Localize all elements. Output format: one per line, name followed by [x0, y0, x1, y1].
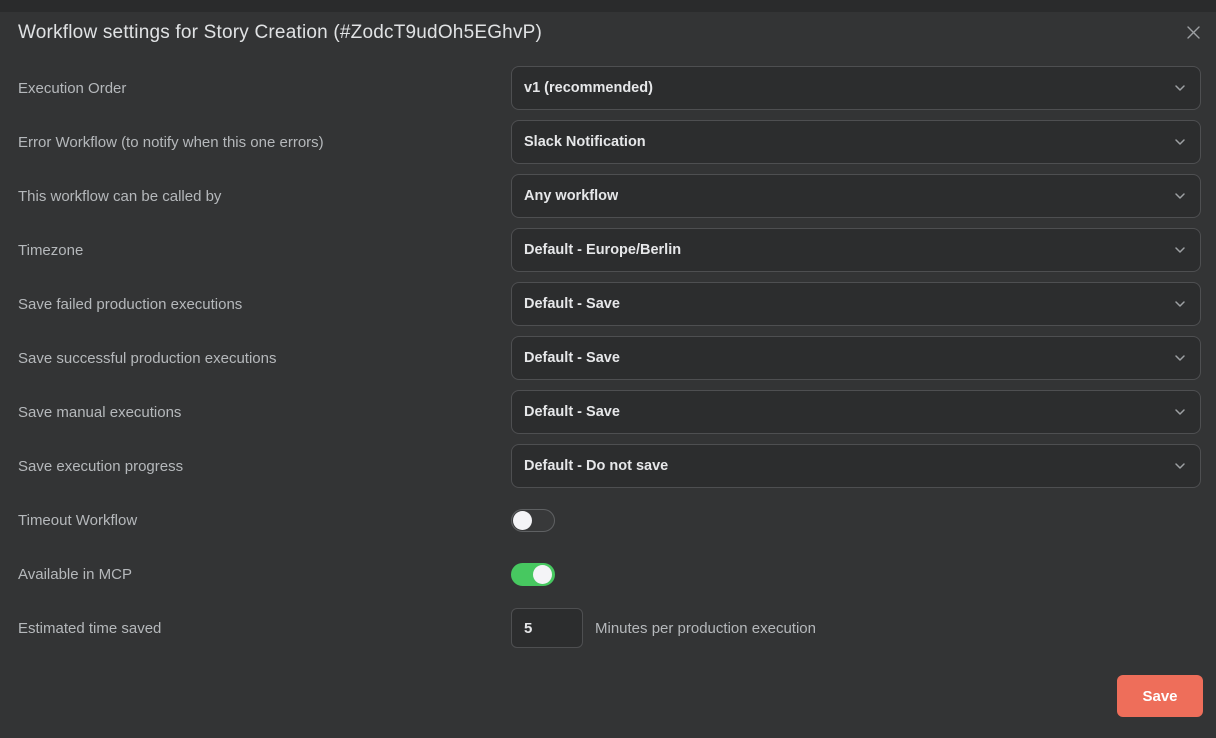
- chevron-down-icon: [1173, 189, 1187, 203]
- row-called-by: This workflow can be called by Any workf…: [18, 174, 1201, 218]
- row-error-workflow: Error Workflow (to notify when this one …: [18, 120, 1201, 164]
- minutes-suffix-label: Minutes per production execution: [595, 620, 816, 637]
- row-available-in-mcp: Available in MCP: [18, 552, 1201, 596]
- row-timeout-workflow: Timeout Workflow: [18, 498, 1201, 542]
- save-manual-executions-select[interactable]: Default - Save: [511, 390, 1201, 434]
- row-save-progress: Save execution progress Default - Do not…: [18, 444, 1201, 488]
- row-estimated-time-saved: Estimated time saved Minutes per product…: [18, 606, 1201, 650]
- save-failed-executions-select[interactable]: Default - Save: [511, 282, 1201, 326]
- select-value: Default - Europe/Berlin: [524, 242, 681, 258]
- chevron-down-icon: [1173, 459, 1187, 473]
- select-value: Any workflow: [524, 188, 618, 204]
- row-timezone: Timezone Default - Europe/Berlin: [18, 228, 1201, 272]
- select-value: Default - Save: [524, 296, 620, 312]
- chevron-down-icon: [1173, 351, 1187, 365]
- called-by-select[interactable]: Any workflow: [511, 174, 1201, 218]
- select-value: Default - Save: [524, 404, 620, 420]
- row-save-failed: Save failed production executions Defaul…: [18, 282, 1201, 326]
- field-label: Timezone: [18, 242, 511, 259]
- save-progress-select[interactable]: Default - Do not save: [511, 444, 1201, 488]
- row-save-successful: Save successful production executions De…: [18, 336, 1201, 380]
- available-in-mcp-toggle[interactable]: [511, 563, 555, 586]
- close-icon[interactable]: [1183, 22, 1203, 42]
- select-value: Default - Save: [524, 350, 620, 366]
- field-label: Execution Order: [18, 80, 511, 97]
- chevron-down-icon: [1173, 297, 1187, 311]
- execution-order-select[interactable]: v1 (recommended): [511, 66, 1201, 110]
- settings-rows: Execution Order v1 (recommended) Error W…: [18, 66, 1201, 660]
- timezone-select[interactable]: Default - Europe/Berlin: [511, 228, 1201, 272]
- select-value: Slack Notification: [524, 134, 646, 150]
- field-label: Estimated time saved: [18, 620, 511, 637]
- field-label: Save execution progress: [18, 458, 511, 475]
- field-label: Available in MCP: [18, 566, 511, 583]
- chevron-down-icon: [1173, 135, 1187, 149]
- row-save-manual: Save manual executions Default - Save: [18, 390, 1201, 434]
- toggle-knob: [533, 565, 552, 584]
- row-execution-order: Execution Order v1 (recommended): [18, 66, 1201, 110]
- field-label: Timeout Workflow: [18, 512, 511, 529]
- chevron-down-icon: [1173, 81, 1187, 95]
- select-value: v1 (recommended): [524, 80, 653, 96]
- select-value: Default - Do not save: [524, 458, 668, 474]
- error-workflow-select[interactable]: Slack Notification: [511, 120, 1201, 164]
- chevron-down-icon: [1173, 405, 1187, 419]
- estimated-time-saved-input[interactable]: [511, 608, 583, 648]
- field-label: Error Workflow (to notify when this one …: [18, 134, 511, 151]
- field-label: This workflow can be called by: [18, 188, 511, 205]
- save-button[interactable]: Save: [1117, 675, 1203, 717]
- modal-title: Workflow settings for Story Creation (#Z…: [18, 22, 542, 44]
- toggle-knob: [513, 511, 532, 530]
- workflow-settings-modal: Workflow settings for Story Creation (#Z…: [0, 0, 1216, 738]
- field-label: Save successful production executions: [18, 350, 511, 367]
- chevron-down-icon: [1173, 243, 1187, 257]
- timeout-workflow-toggle[interactable]: [511, 509, 555, 532]
- save-successful-executions-select[interactable]: Default - Save: [511, 336, 1201, 380]
- close-x-glyph: [1186, 25, 1201, 40]
- field-label: Save failed production executions: [18, 296, 511, 313]
- field-label: Save manual executions: [18, 404, 511, 421]
